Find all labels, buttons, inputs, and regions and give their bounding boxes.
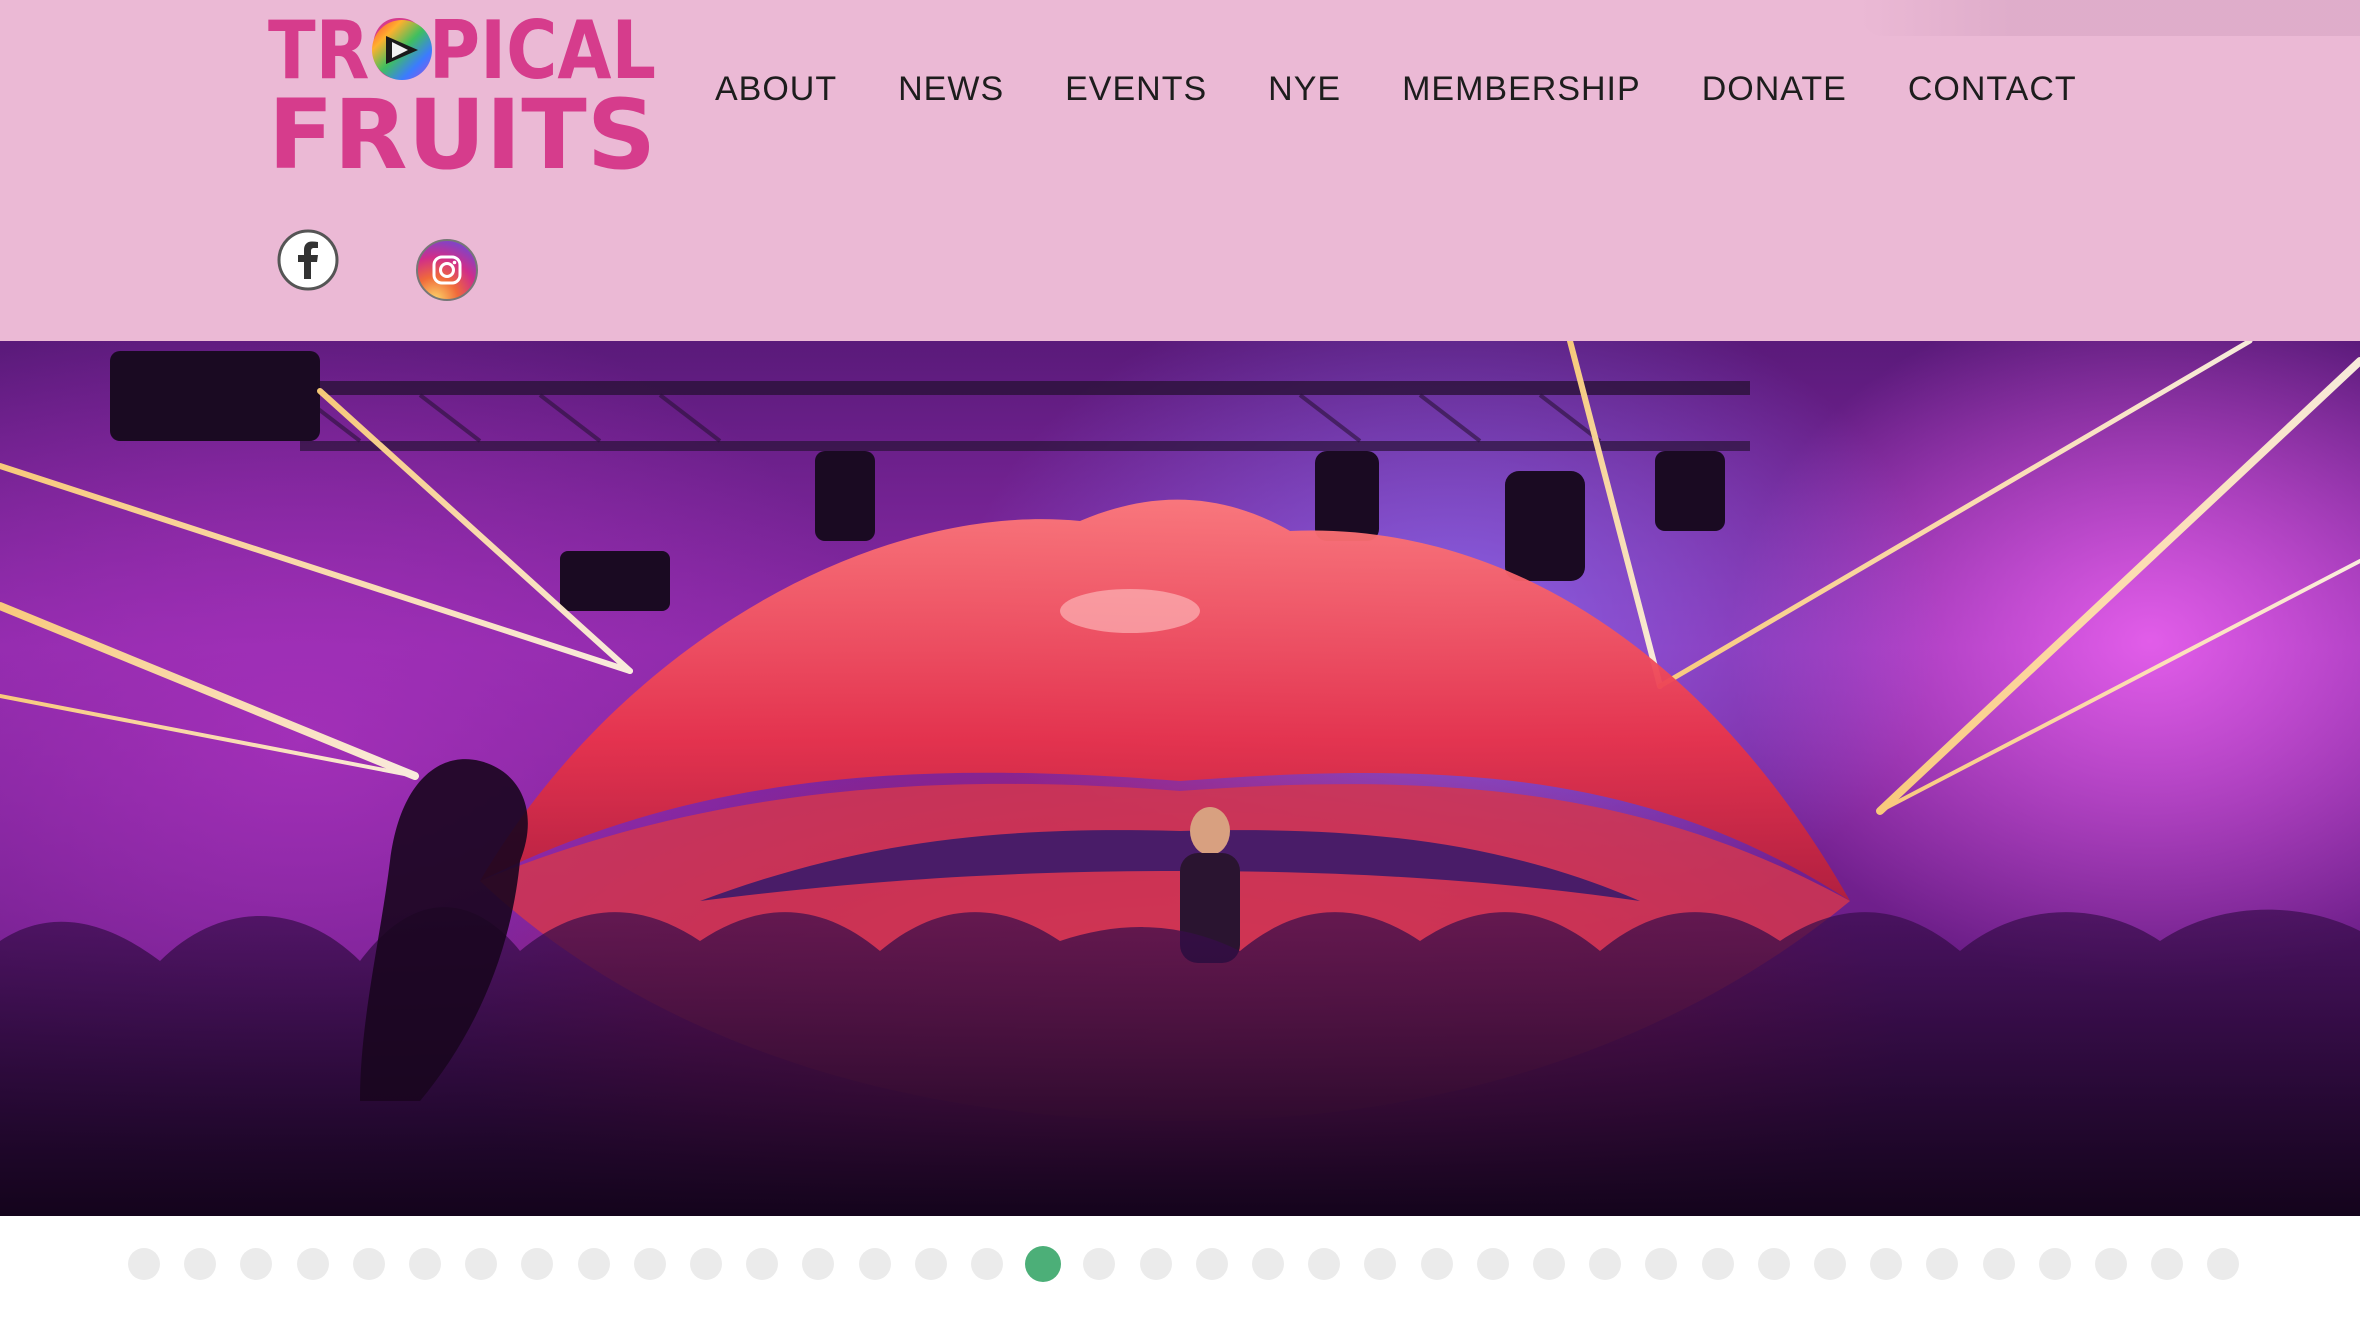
slider-dot-23[interactable]: [1364, 1248, 1396, 1280]
slider-dot-26[interactable]: [1533, 1248, 1565, 1280]
slider-dot-18[interactable]: [1083, 1248, 1115, 1280]
slider-dot-32[interactable]: [1870, 1248, 1902, 1280]
nav-about[interactable]: ABOUT: [715, 70, 837, 109]
slider-dot-7[interactable]: [465, 1248, 497, 1280]
nav-news[interactable]: NEWS: [898, 70, 1004, 109]
header-shadow: [1860, 0, 2360, 36]
nav-membership[interactable]: MEMBERSHIP: [1402, 70, 1641, 109]
slider-dot-28[interactable]: [1645, 1248, 1677, 1280]
slider-dot-38[interactable]: [2207, 1248, 2239, 1280]
facebook-icon[interactable]: [277, 229, 343, 295]
slider-pagination: [0, 1246, 2360, 1282]
slider-dot-14[interactable]: [859, 1248, 891, 1280]
slider-dot-19[interactable]: [1140, 1248, 1172, 1280]
slider-dot-30[interactable]: [1758, 1248, 1790, 1280]
slider-dot-34[interactable]: [1983, 1248, 2015, 1280]
slider-dot-9[interactable]: [578, 1248, 610, 1280]
slider-dot-8[interactable]: [521, 1248, 553, 1280]
slider-dot-31[interactable]: [1814, 1248, 1846, 1280]
main-nav: ABOUT NEWS EVENTS NYE MEMBERSHIP DONATE …: [715, 64, 2077, 114]
slider-dot-12[interactable]: [746, 1248, 778, 1280]
slider-dot-35[interactable]: [2039, 1248, 2071, 1280]
nav-donate[interactable]: DONATE: [1702, 70, 1847, 109]
site-header: TROPICAL FRUITS ABOUT NEWS EVENTS NYE ME…: [0, 0, 2360, 341]
logo-text-line2: FRUITS: [268, 79, 656, 176]
slider-dot-21[interactable]: [1252, 1248, 1284, 1280]
nav-contact[interactable]: CONTACT: [1908, 70, 2077, 109]
slider-dot-27[interactable]: [1589, 1248, 1621, 1280]
slider-dot-13[interactable]: [802, 1248, 834, 1280]
slider-dot-5[interactable]: [353, 1248, 385, 1280]
slider-dot-6[interactable]: [409, 1248, 441, 1280]
slider-dot-11[interactable]: [690, 1248, 722, 1280]
slider-dot-1[interactable]: [128, 1248, 160, 1280]
slider-dot-2[interactable]: [184, 1248, 216, 1280]
nav-nye[interactable]: NYE: [1268, 70, 1341, 109]
nav-events[interactable]: EVENTS: [1065, 70, 1207, 109]
hero-slide-image: [0, 341, 2360, 1216]
slider-dot-4[interactable]: [297, 1248, 329, 1280]
slider-dot-24[interactable]: [1421, 1248, 1453, 1280]
slider-dot-16[interactable]: [971, 1248, 1003, 1280]
slider-dot-15[interactable]: [915, 1248, 947, 1280]
slider-dot-37[interactable]: [2151, 1248, 2183, 1280]
site-logo[interactable]: TROPICAL FRUITS: [268, 6, 658, 176]
slider-dot-33[interactable]: [1926, 1248, 1958, 1280]
slider-dot-20[interactable]: [1196, 1248, 1228, 1280]
instagram-icon[interactable]: [415, 238, 481, 304]
slider-dot-29[interactable]: [1702, 1248, 1734, 1280]
slider-dot-17[interactable]: [1025, 1246, 1061, 1282]
slider-dot-3[interactable]: [240, 1248, 272, 1280]
slider-dot-36[interactable]: [2095, 1248, 2127, 1280]
slider-dot-22[interactable]: [1308, 1248, 1340, 1280]
slider-dot-10[interactable]: [634, 1248, 666, 1280]
slider-dot-25[interactable]: [1477, 1248, 1509, 1280]
